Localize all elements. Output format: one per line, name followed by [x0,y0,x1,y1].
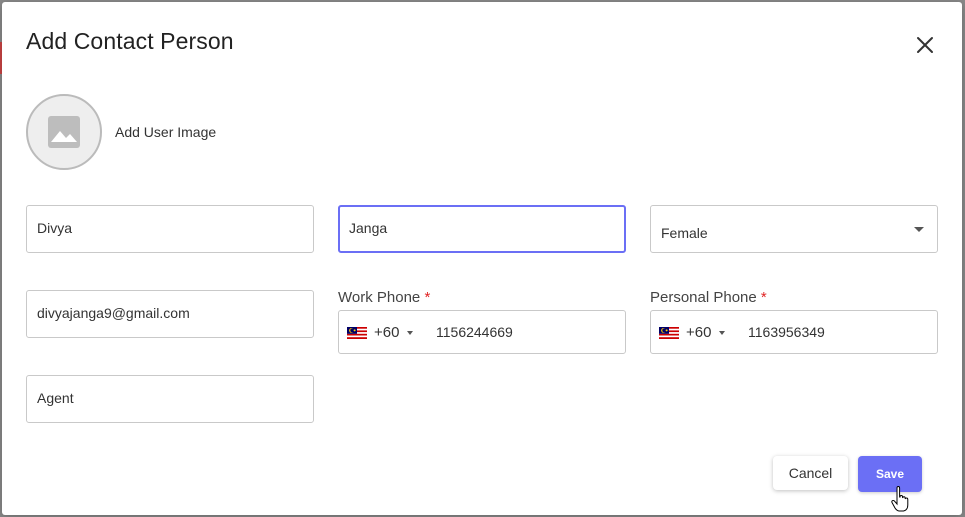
image-placeholder-icon [48,116,80,148]
first-name-input[interactable] [37,220,303,236]
personal-phone-label: Personal Phone * [650,289,767,306]
cancel-button[interactable]: Cancel [773,456,848,490]
personal-phone-dial-code[interactable]: +60 [686,324,711,341]
personal-phone-field: +60 [650,310,938,354]
work-phone-field: +60 [338,310,626,354]
malaysia-flag-icon[interactable] [659,327,679,339]
work-phone-label: Work Phone * [338,289,430,306]
personal-phone-label-text: Personal Phone [650,289,757,306]
save-button[interactable]: Save [858,456,922,492]
dialog-title: Add Contact Person [26,28,234,54]
role-input[interactable] [37,390,303,406]
work-phone-label-text: Work Phone [338,289,421,306]
gender-selected-value: Female [661,225,708,241]
last-name-field [338,205,626,253]
required-mark: * [424,289,431,306]
last-name-input[interactable] [349,220,613,236]
role-field [26,375,314,423]
personal-phone-input[interactable] [748,324,928,340]
first-name-field [26,205,314,253]
email-input[interactable] [37,305,303,321]
malaysia-flag-icon[interactable] [347,327,367,339]
add-user-image-label[interactable]: Add User Image [115,124,216,140]
email-field [26,290,314,338]
work-phone-dial-code[interactable]: +60 [374,324,399,341]
work-phone-input[interactable] [436,324,616,340]
chevron-down-icon [914,227,924,232]
close-button[interactable] [914,34,936,56]
dial-code-dropdown-icon[interactable] [719,331,725,335]
dial-code-dropdown-icon[interactable] [407,331,413,335]
close-icon [917,37,933,53]
required-mark: * [760,289,767,306]
add-contact-dialog: Add Contact Person Add User Image Female… [2,2,962,515]
user-image-avatar[interactable] [26,94,102,170]
gender-select[interactable]: Female [650,205,938,253]
